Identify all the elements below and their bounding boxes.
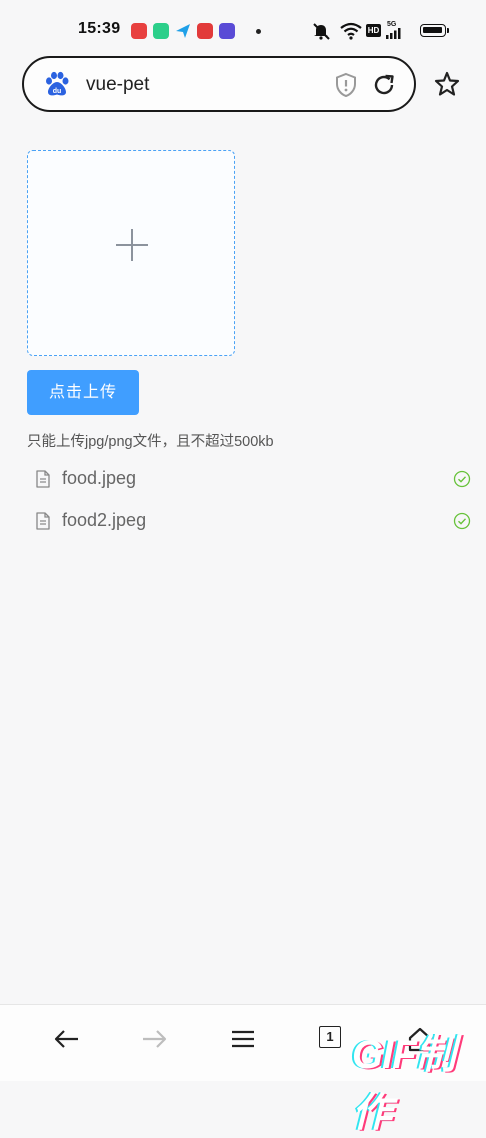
back-arrow-icon[interactable] xyxy=(53,1025,81,1053)
wifi-icon xyxy=(340,22,362,40)
app-notif-news-icon xyxy=(197,23,213,39)
refresh-icon[interactable] xyxy=(371,72,397,98)
menu-icon[interactable] xyxy=(229,1025,257,1053)
signal-5g-label: 5G xyxy=(387,21,397,28)
app-notif-red-icon xyxy=(131,23,147,39)
tabs-button[interactable]: 1 xyxy=(319,1026,341,1048)
baidu-paw-icon: du xyxy=(46,71,69,96)
file-name[interactable]: food.jpeg xyxy=(62,468,136,489)
more-notifications-dot xyxy=(256,29,261,34)
upload-button[interactable]: 点击上传 xyxy=(27,370,139,415)
mute-icon xyxy=(313,23,330,40)
app-notif-purple-icon xyxy=(219,23,235,39)
plus-icon xyxy=(116,229,148,261)
status-bar: 15:39 HD 5G xyxy=(0,0,486,52)
status-time: 15:39 xyxy=(78,20,121,37)
signal-5g-icon xyxy=(386,28,401,39)
address-bar[interactable]: du vue-pet xyxy=(22,56,416,112)
gif-watermark: GIF制作 xyxy=(352,1033,456,1135)
document-icon xyxy=(36,512,50,530)
document-icon xyxy=(36,470,50,488)
success-check-icon xyxy=(453,470,471,488)
file-list-item[interactable]: food.jpeg xyxy=(27,463,473,495)
hd-icon: HD xyxy=(366,24,381,37)
success-check-icon xyxy=(453,512,471,530)
app-notif-green-icon xyxy=(153,23,169,39)
address-text[interactable]: vue-pet xyxy=(86,74,149,96)
forward-arrow-icon[interactable] xyxy=(140,1025,168,1053)
file-list-item[interactable]: food2.jpeg xyxy=(27,505,473,537)
app-notif-send-icon xyxy=(176,24,190,38)
svg-text:du: du xyxy=(53,88,62,95)
file-name[interactable]: food2.jpeg xyxy=(62,510,146,531)
bookmark-star-icon[interactable] xyxy=(433,70,461,98)
upload-tip: 只能上传jpg/png文件，且不超过500kb xyxy=(27,434,274,450)
battery-icon xyxy=(420,24,449,37)
notification-icons xyxy=(131,23,235,39)
upload-dropzone[interactable] xyxy=(27,150,235,356)
shield-icon[interactable] xyxy=(334,72,358,98)
